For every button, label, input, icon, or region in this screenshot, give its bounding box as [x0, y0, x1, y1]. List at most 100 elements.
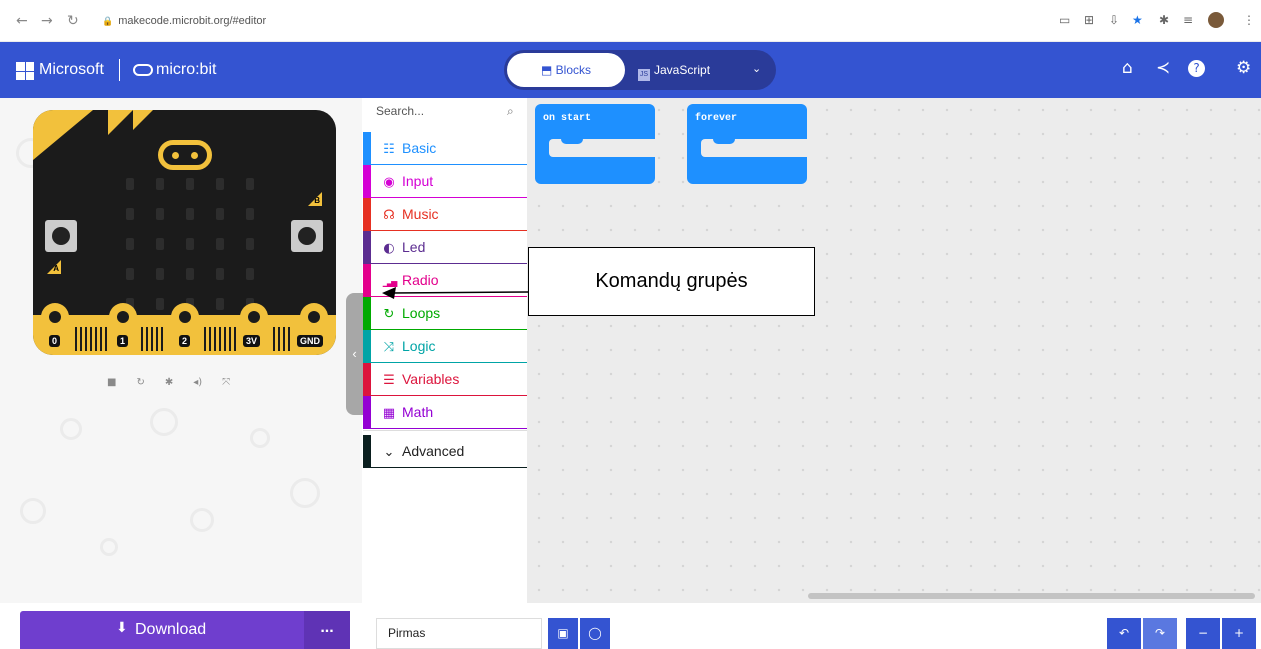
chevron-left-icon: ‹	[352, 346, 357, 361]
cast-icon[interactable]: ▭	[1059, 13, 1070, 27]
save-icon[interactable]: ▣	[548, 618, 578, 649]
block-statement-slot	[549, 138, 655, 157]
block-label: on start	[543, 113, 592, 124]
settings-icon[interactable]: ⚙	[1236, 58, 1251, 78]
microsoft-logo-icon	[16, 62, 34, 80]
category-logic[interactable]: ⤨ Logic	[363, 330, 527, 363]
horizontal-scrollbar[interactable]	[808, 593, 1255, 599]
led	[186, 268, 194, 280]
search-input[interactable]: Search...	[376, 104, 520, 118]
grid-icon: ☷	[383, 142, 395, 157]
tab-blocks[interactable]: ⬒ Blocks	[507, 53, 625, 87]
zoom-out-icon[interactable]: −	[1186, 618, 1220, 649]
category-advanced[interactable]: ⌄ Advanced	[363, 435, 527, 468]
url-text: makecode.microbit.org/#editor	[118, 15, 267, 27]
undo-icon[interactable]: ↶	[1107, 618, 1141, 649]
led	[126, 238, 134, 250]
download-file-icon: ⬇	[116, 620, 128, 636]
category-label: Music	[402, 206, 439, 222]
app-header: Microsoft micro:bit ⬒ Blocks JS JavaScrip…	[0, 42, 1261, 98]
reload-icon[interactable]: ↻	[67, 13, 79, 29]
browser-menu-icon[interactable]: ⋮	[1243, 13, 1255, 27]
category-variables[interactable]: ☰ Variables	[363, 363, 527, 396]
forward-icon[interactable]: →	[41, 13, 53, 29]
download-button[interactable]: ⬇ Download ...	[20, 611, 350, 649]
led	[216, 298, 224, 310]
category-music[interactable]: ☊ Music	[363, 198, 527, 231]
back-icon[interactable]: ←	[16, 13, 28, 29]
led	[156, 208, 164, 220]
brand-name[interactable]: Microsoft	[39, 61, 104, 79]
led	[246, 268, 254, 280]
list-icon: ☰	[383, 373, 395, 388]
debug-icon[interactable]: ✱	[165, 377, 173, 388]
chevron-down-icon[interactable]: ⌄	[752, 62, 761, 75]
on-start-block[interactable]: on start	[535, 104, 655, 184]
led	[216, 268, 224, 280]
category-input[interactable]: ◉ Input	[363, 165, 527, 198]
tab-javascript[interactable]: JS JavaScript	[638, 53, 710, 87]
zoom-in-icon[interactable]: +	[1222, 618, 1256, 649]
project-name-input[interactable]: Pirmas	[376, 618, 542, 649]
led	[156, 238, 164, 250]
button-b[interactable]	[291, 220, 323, 252]
search-icon[interactable]: ⌕	[507, 104, 514, 119]
product-name[interactable]: micro:bit	[156, 61, 216, 79]
forever-block[interactable]: forever	[687, 104, 807, 184]
headphones-icon: ☊	[383, 208, 395, 223]
fullscreen-icon[interactable]: ⤧	[222, 377, 230, 388]
button-a[interactable]	[45, 220, 77, 252]
button-a-label: A	[47, 260, 61, 274]
mute-icon[interactable]: ◂)	[193, 377, 202, 388]
editor-toggle: ⬒ Blocks JS JavaScript ⌄	[504, 50, 776, 90]
pin-label: GND	[297, 335, 323, 347]
category-basic[interactable]: ☷ Basic	[363, 132, 527, 165]
download-label: Download	[135, 621, 207, 638]
board-stripe-decoration	[133, 110, 153, 130]
category-label: Logic	[402, 338, 436, 354]
javascript-icon: JS	[638, 69, 650, 81]
led	[156, 268, 164, 280]
edge-teeth	[204, 327, 236, 351]
microbit-logo-icon	[133, 64, 153, 76]
home-icon[interactable]: ⌂	[1122, 58, 1133, 78]
edge-teeth	[75, 327, 107, 351]
browser-toolbar: ← → ↻ 🔒 makecode.microbit.org/#editor ▭ ⊞…	[0, 0, 1261, 42]
board-stripe-decoration	[108, 110, 133, 135]
tab-javascript-label: JavaScript	[654, 63, 711, 77]
restart-icon[interactable]: ↻	[136, 377, 144, 388]
blocks-workspace[interactable]: on start forever	[527, 98, 1261, 603]
profile-avatar[interactable]	[1208, 12, 1224, 28]
advanced-divider	[363, 430, 527, 431]
help-icon[interactable]: ?	[1188, 60, 1205, 77]
microbit-board: A B 0 1 2 3V GND	[33, 110, 336, 355]
tab-blocks-label: Blocks	[555, 63, 592, 77]
address-bar[interactable]: 🔒 makecode.microbit.org/#editor	[102, 15, 266, 27]
redo-icon[interactable]: ↷	[1143, 618, 1177, 649]
category-label: Basic	[402, 140, 437, 156]
puzzle-icon[interactable]: ✱	[1159, 13, 1169, 27]
led	[186, 208, 194, 220]
category-label: Input	[402, 173, 434, 189]
share-icon[interactable]: ≺	[1156, 58, 1170, 78]
category-math[interactable]: ▦ Math	[363, 396, 527, 429]
extension-icon[interactable]: ⊞	[1084, 13, 1094, 27]
chevron-down-icon: ⌄	[383, 445, 395, 460]
puzzle-piece-icon: ⬒	[540, 63, 553, 77]
more-options-button[interactable]: ...	[304, 611, 350, 649]
microbit-logo-icon[interactable]	[158, 140, 212, 170]
github-icon[interactable]: ◯	[580, 618, 610, 649]
pin-label: 0	[49, 335, 61, 347]
calculator-icon: ▦	[382, 406, 396, 421]
bookmark-star-icon[interactable]: ★	[1132, 13, 1143, 27]
led	[186, 238, 194, 250]
led	[126, 178, 134, 190]
category-led[interactable]: ◐ Led	[363, 231, 527, 264]
led	[156, 298, 164, 310]
button-b-label: B	[308, 192, 322, 206]
collapse-simulator-button[interactable]: ‹	[346, 293, 363, 415]
led	[186, 178, 194, 190]
reading-list-icon[interactable]: ≡	[1183, 13, 1193, 27]
stop-icon[interactable]: ■	[107, 377, 116, 388]
download-status-icon[interactable]: ⇩	[1109, 13, 1119, 27]
